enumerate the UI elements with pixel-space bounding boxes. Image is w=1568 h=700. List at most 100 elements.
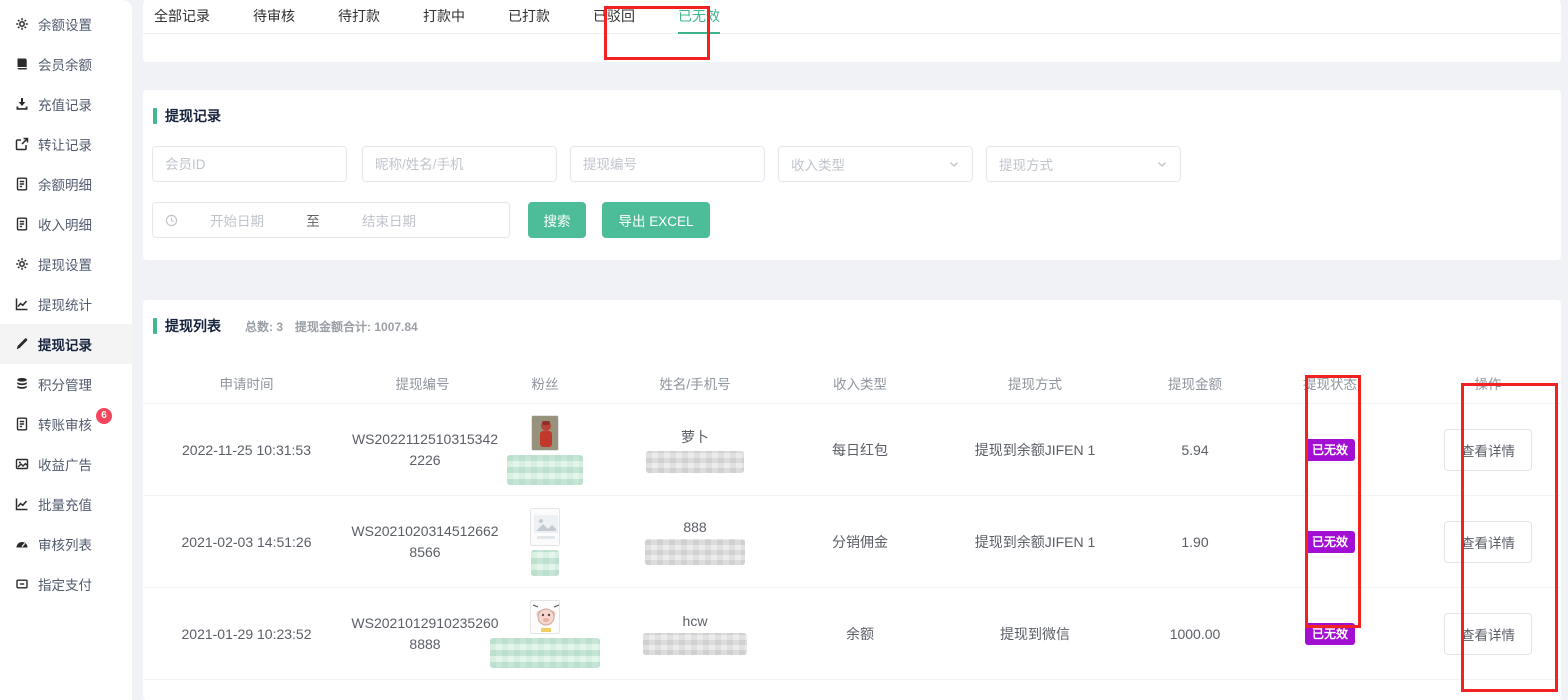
chevron-down-icon <box>948 158 960 170</box>
table-row: 2022-11-25 10:31:53 WS202211251031534222… <box>143 404 1561 496</box>
status-badge: 已无效 <box>1305 531 1355 553</box>
cell-fan <box>495 600 595 668</box>
summary-amount: 提现金额合计: 1007.84 <box>295 318 418 335</box>
cell-withdraw-method: 提现到微信 <box>925 624 1145 644</box>
cell-income-type: 分销佣金 <box>795 532 925 552</box>
tab-rejected[interactable]: 已驳回 <box>593 0 635 34</box>
blurred-phone <box>646 451 744 473</box>
fan-name: 888 <box>683 519 706 535</box>
sidebar-item-withdraw-records[interactable]: 提现记录 <box>0 324 132 364</box>
withdraw-table: 申请时间 提现编号 粉丝 姓名/手机号 收入类型 提现方式 提现金额 提现状态 … <box>143 362 1561 680</box>
sidebar-item-label: 指定支付 <box>38 574 92 594</box>
col-header-withdraw-no: 提现编号 <box>350 373 495 393</box>
withdraw-list-panel: 提现列表 总数: 3 提现金额合计: 1007.84 申请时间 提现编号 粉丝 … <box>143 300 1561 700</box>
col-header-apply-time: 申请时间 <box>143 373 350 393</box>
tab-invalid[interactable]: 已无效 <box>678 0 720 34</box>
list-section-title: 提现列表 总数: 3 提现金额合计: 1007.84 <box>143 300 1561 336</box>
table-row: 2021-02-03 14:51:26 WS202102031451266285… <box>143 496 1561 588</box>
col-header-income-type: 收入类型 <box>795 373 925 393</box>
export-excel-button[interactable]: 导出 EXCEL <box>602 202 710 238</box>
sidebar-item-revenue-ads[interactable]: 收益广告 <box>0 444 132 484</box>
sidebar-item-batch-recharge[interactable]: 批量充值 <box>0 484 132 524</box>
tab-all-records[interactable]: 全部记录 <box>154 0 210 34</box>
section-accent-bar <box>153 108 157 124</box>
fan-avatar-placeholder <box>530 508 560 546</box>
sidebar-item-member-balance[interactable]: 会员余额 <box>0 44 132 84</box>
sidebar-item-label: 提现统计 <box>38 294 92 314</box>
sidebar-item-income-details[interactable]: 收入明细 <box>0 204 132 244</box>
income-type-placeholder: 收入类型 <box>791 154 845 174</box>
withdraw-method-placeholder: 提现方式 <box>999 154 1053 174</box>
status-tabs: 全部记录 待审核 待打款 打款中 已打款 已驳回 已无效 <box>143 0 1561 34</box>
sidebar-item-label: 余额设置 <box>38 14 92 34</box>
tab-paid[interactable]: 已打款 <box>508 0 550 34</box>
income-type-select[interactable]: 收入类型 <box>778 146 973 182</box>
status-badge: 已无效 <box>1305 623 1355 645</box>
blurred-phone <box>643 633 747 655</box>
view-detail-button[interactable]: 查看详情 <box>1444 521 1532 563</box>
fan-avatar <box>531 415 559 451</box>
cell-withdraw-method: 提现到余额JIFEN 1 <box>925 440 1145 460</box>
sidebar-item-balance-details[interactable]: 余额明细 <box>0 164 132 204</box>
blurred-fan-name <box>490 638 600 668</box>
cell-amount: 1.90 <box>1145 534 1245 550</box>
end-date-placeholder: 结束日期 <box>330 210 448 230</box>
cell-withdraw-no: WS20221125103153422226 <box>350 429 500 471</box>
sidebar-item-label: 转让记录 <box>38 134 92 154</box>
sidebar-item-transfer-records[interactable]: 转让记录 <box>0 124 132 164</box>
sidebar-item-label: 转账审核 <box>38 414 92 434</box>
sidebar-item-points-management[interactable]: 积分管理 <box>0 364 132 404</box>
withdraw-no-input[interactable] <box>570 146 765 182</box>
sidebar-item-withdraw-settings[interactable]: 提现设置 <box>0 244 132 284</box>
sidebar-item-balance-settings[interactable]: 余额设置 <box>0 4 132 44</box>
tab-pending-review[interactable]: 待审核 <box>253 0 295 34</box>
line-chart-icon <box>15 297 29 311</box>
sidebar-item-label: 收入明细 <box>38 214 92 234</box>
summary-total: 总数: 3 <box>245 318 283 335</box>
table-header-row: 申请时间 提现编号 粉丝 姓名/手机号 收入类型 提现方式 提现金额 提现状态 … <box>143 362 1561 404</box>
view-detail-button[interactable]: 查看详情 <box>1444 429 1532 471</box>
cell-apply-time: 2022-11-25 10:31:53 <box>143 442 350 458</box>
withdraw-method-select[interactable]: 提现方式 <box>986 146 1181 182</box>
chevron-down-icon <box>1156 158 1168 170</box>
gauge-icon <box>15 537 29 551</box>
col-header-status: 提现状态 <box>1245 373 1415 393</box>
cell-name-phone: 888 <box>595 519 795 565</box>
fan-name: hcw <box>683 613 708 629</box>
tab-pending-payment[interactable]: 待打款 <box>338 0 380 34</box>
gear-icon <box>15 257 29 271</box>
sidebar: 余额设置 会员余额 充值记录 转让记录 余额明细 收入明细 提现设置 提现统计 … <box>0 0 132 700</box>
sidebar-item-label: 积分管理 <box>38 374 92 394</box>
tab-paying[interactable]: 打款中 <box>423 0 465 34</box>
coins-icon <box>15 377 29 391</box>
sidebar-item-recharge-records[interactable]: 充值记录 <box>0 84 132 124</box>
view-detail-button[interactable]: 查看详情 <box>1444 613 1532 655</box>
search-button[interactable]: 搜索 <box>528 202 586 238</box>
document-icon <box>15 417 29 431</box>
image-icon <box>15 457 29 471</box>
sidebar-item-withdraw-stats[interactable]: 提现统计 <box>0 284 132 324</box>
member-id-input[interactable] <box>152 146 347 182</box>
status-tabs-panel: 全部记录 待审核 待打款 打款中 已打款 已驳回 已无效 <box>143 0 1561 62</box>
cell-income-type: 余额 <box>795 624 925 644</box>
nickname-input[interactable] <box>362 146 557 182</box>
sidebar-item-audit-list[interactable]: 审核列表 <box>0 524 132 564</box>
cell-withdraw-no: WS20210203145126628566 <box>350 521 500 563</box>
line-chart-icon <box>15 497 29 511</box>
sidebar-item-transfer-audit[interactable]: 转账审核 6 <box>0 404 132 444</box>
clock-icon <box>165 214 178 227</box>
document-icon <box>15 217 29 231</box>
sidebar-item-label: 提现设置 <box>38 254 92 274</box>
cell-amount: 1000.00 <box>1145 626 1245 642</box>
sidebar-item-label: 会员余额 <box>38 54 92 74</box>
sidebar-item-label: 充值记录 <box>38 94 92 114</box>
date-range-picker[interactable]: 开始日期 至 结束日期 <box>152 202 510 238</box>
document-icon <box>15 177 29 191</box>
fan-avatar <box>530 600 560 634</box>
col-header-withdraw-method: 提现方式 <box>925 373 1145 393</box>
cell-income-type: 每日红包 <box>795 440 925 460</box>
cell-name-phone: hcw <box>595 613 795 655</box>
section-accent-bar <box>153 318 157 334</box>
sidebar-item-designated-payment[interactable]: 指定支付 <box>0 564 132 604</box>
col-header-action: 操作 <box>1415 373 1561 393</box>
